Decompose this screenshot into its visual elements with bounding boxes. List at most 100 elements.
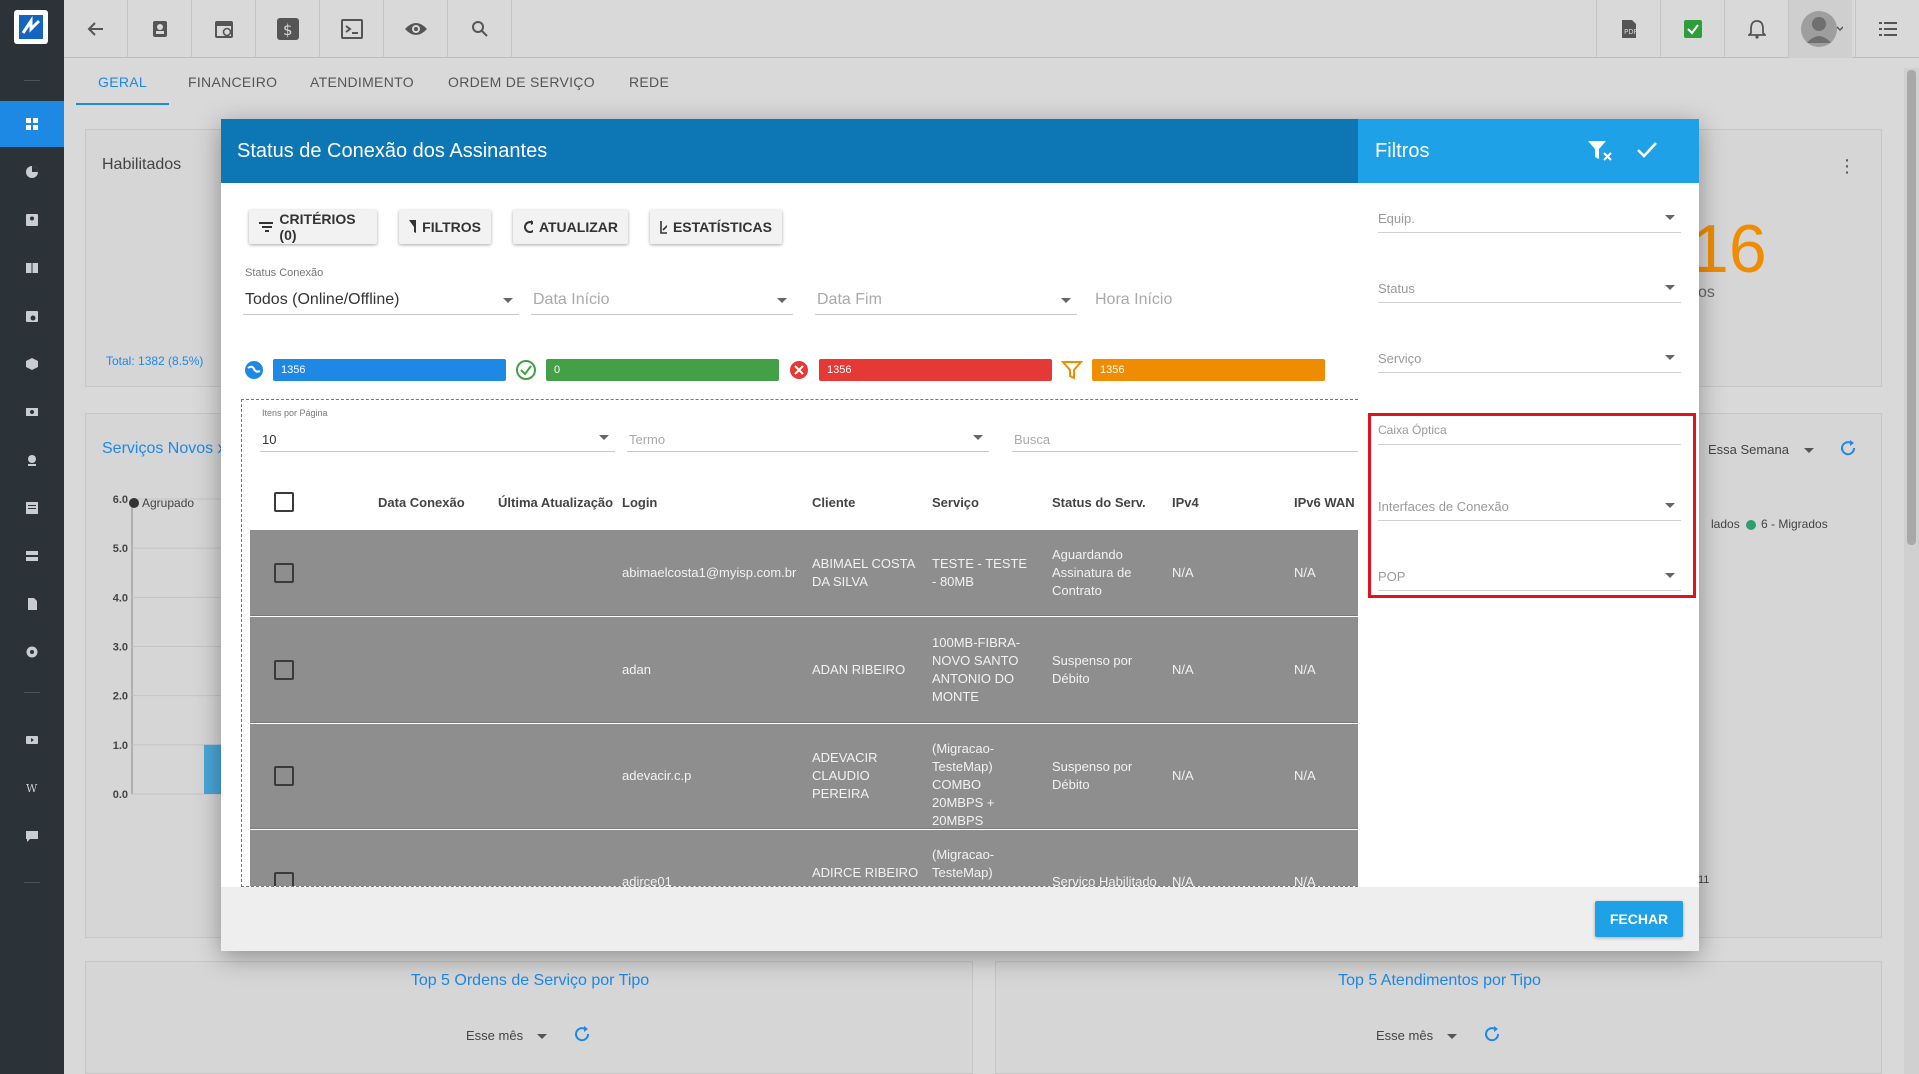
legend-dot (129, 498, 139, 508)
atualizar-button[interactable]: ATUALIZAR (513, 210, 628, 244)
dollar-icon[interactable]: $ (256, 0, 320, 58)
refresh-icon[interactable] (1482, 1024, 1502, 1044)
chevron-down-icon (1447, 1034, 1457, 1039)
termo-placeholder: Termo (629, 432, 666, 447)
table-row[interactable]: adevacir.c.p ADEVACIR CLAUDIO PEREIRA (M… (250, 724, 1358, 829)
bell-icon[interactable] (1724, 0, 1788, 58)
column-header[interactable]: Última Atualização (498, 495, 613, 510)
fechar-button[interactable]: FECHAR (1595, 901, 1683, 937)
filters-header: Filtros (1358, 119, 1699, 183)
back-arrow-icon[interactable] (64, 0, 128, 58)
tab-atendimento[interactable]: ATENDIMENTO (310, 59, 414, 105)
cell-ipv4: N/A (1172, 768, 1194, 783)
total-connections-bar: 1356 (273, 359, 506, 381)
app-logo[interactable] (14, 10, 48, 44)
estatisticas-label: ESTATÍSTICAS (672, 219, 772, 235)
cell-cliente: ADEVACIR CLAUDIO PEREIRA (812, 750, 878, 801)
hora-inicio-field[interactable]: Hora Início (1093, 287, 1358, 315)
apply-check-icon[interactable] (1636, 139, 1658, 161)
data-inicio-field[interactable]: Data Início (531, 287, 793, 315)
chevron-down-icon (599, 435, 609, 440)
refresh-icon[interactable] (1838, 438, 1858, 458)
column-header[interactable]: Status do Serv. (1052, 495, 1146, 510)
book-icon[interactable] (0, 245, 64, 291)
column-header[interactable]: Cliente (812, 495, 855, 510)
search-icon[interactable] (448, 0, 512, 58)
criterios-button[interactable]: CRITÉRIOS (0) (249, 210, 377, 244)
chevron-down-icon (1061, 298, 1071, 303)
tab-ordem-de-servico[interactable]: ORDEM DE SERVIÇO (448, 59, 595, 105)
cell-ipv4: N/A (1172, 565, 1194, 580)
status-select[interactable]: Status (1378, 271, 1681, 303)
calendar-clock-icon[interactable] (192, 0, 256, 58)
terminal-icon[interactable] (320, 0, 384, 58)
dashboard-icon[interactable] (0, 101, 64, 147)
period-select[interactable]: Esse mês (466, 1028, 523, 1043)
clear-filter-icon[interactable] (1588, 139, 1614, 163)
offline-bar: 1356 (819, 359, 1052, 381)
row-checkbox[interactable] (274, 563, 294, 583)
status-conexao-select[interactable]: Status Conexão Todos (Online/Offline) (243, 267, 519, 315)
server-icon[interactable] (0, 533, 64, 579)
equip-select[interactable]: Equip. (1378, 201, 1681, 233)
status-conexao-value: Todos (Online/Offline) (245, 291, 400, 308)
video-icon[interactable] (0, 717, 64, 763)
itens-por-pagina-select[interactable]: Itens por Página 10 (260, 408, 615, 452)
servico-select[interactable]: Serviço (1378, 341, 1681, 373)
cell-login: adevacir.c.p (622, 768, 692, 783)
status-conexao-label: Status Conexão (245, 267, 324, 279)
money-icon[interactable] (0, 389, 64, 435)
row-checkbox[interactable] (274, 766, 294, 786)
avatar[interactable] (1788, 0, 1852, 58)
scrollbar-thumb[interactable] (1907, 70, 1916, 545)
location-icon[interactable] (0, 437, 64, 483)
calendar-clock-icon[interactable] (0, 293, 64, 339)
tab-rede[interactable]: REDE (629, 59, 669, 105)
table-row[interactable]: adirce01 ADIRCE RIBEIRO DE ALMEIDA (Migr… (250, 830, 1358, 886)
refresh-icon[interactable] (572, 1024, 592, 1044)
period-select[interactable]: Esse mês (1376, 1028, 1433, 1043)
table-row[interactable]: adan ADAN RIBEIRO 100MB-FIBRA-NOVO SANTO… (250, 617, 1358, 723)
termo-select[interactable]: Termo (627, 424, 989, 452)
pdf-icon[interactable]: PDF (1596, 0, 1660, 58)
top-atendimentos-card: Top 5 Atendimentos por Tipo Esse mês (995, 961, 1882, 1074)
list-icon[interactable] (0, 485, 64, 531)
wiki-icon[interactable]: W (0, 765, 64, 811)
data-fim-placeholder: Data Fim (817, 291, 882, 308)
column-header[interactable]: Login (622, 495, 657, 510)
pie-chart-icon[interactable] (0, 149, 64, 195)
column-header[interactable]: Data Conexão (378, 495, 465, 510)
more-vert-icon[interactable]: ⋮ (1838, 156, 1856, 177)
data-fim-field[interactable]: Data Fim (815, 287, 1077, 315)
table-row[interactable]: abimaelcosta1@myisp.com.br ABIMAEL COSTA… (250, 530, 1358, 616)
column-header[interactable]: IPv4 (1172, 495, 1199, 510)
contact-card-icon[interactable] (0, 197, 64, 243)
document-icon[interactable] (0, 581, 64, 627)
period-select[interactable]: Essa Semana (1708, 442, 1789, 457)
y-tick-label: 1.0 (113, 740, 128, 752)
contact-card-icon[interactable] (128, 0, 192, 58)
tab-geral[interactable]: GERAL (76, 59, 169, 105)
legend-migrados: 6 - Migrados (1761, 517, 1828, 531)
tab-financeiro[interactable]: FINANCEIRO (188, 59, 277, 105)
check-shield-icon[interactable] (1660, 0, 1724, 58)
select-all-checkbox[interactable] (274, 492, 294, 512)
menu-list-icon[interactable] (1855, 0, 1919, 58)
cell-ipv6: N/A (1294, 768, 1316, 783)
chevron-down-icon (503, 298, 513, 303)
column-header[interactable]: Serviço (932, 495, 979, 510)
estatisticas-button[interactable]: ESTATÍSTICAS (650, 210, 782, 244)
busca-input[interactable]: Busca (1012, 424, 1358, 452)
row-checkbox[interactable] (274, 872, 294, 886)
filtros-button[interactable]: FILTROS (399, 210, 491, 244)
package-icon[interactable] (0, 341, 64, 387)
filters-title: Filtros (1375, 140, 1430, 162)
gear-icon[interactable] (0, 629, 64, 675)
row-checkbox[interactable] (274, 660, 294, 680)
eye-icon[interactable] (384, 0, 448, 58)
column-header[interactable]: IPv6 WAN (1294, 495, 1355, 510)
criterios-label: CRITÉRIOS (0) (279, 211, 356, 243)
chat-icon[interactable] (0, 813, 64, 859)
page-scrollbar[interactable] (1904, 68, 1919, 1074)
y-tick-label: 4.0 (113, 592, 128, 604)
